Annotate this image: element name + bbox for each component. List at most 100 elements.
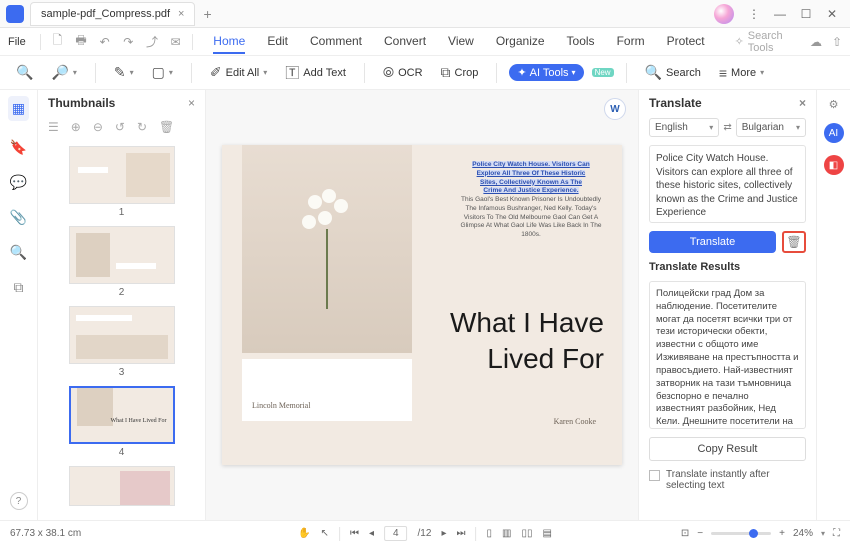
highlighter-button[interactable]: ✎▾ [108, 61, 140, 84]
menu-home[interactable]: Home [213, 30, 245, 54]
thumb-delete-icon[interactable]: 🗑 [159, 120, 174, 134]
fullscreen-icon[interactable]: ⛶ [833, 528, 840, 539]
menu-form[interactable]: Form [617, 30, 645, 54]
translate-button[interactable]: Translate [649, 231, 776, 253]
source-text-box[interactable]: Police City Watch House. Visitors can ex… [649, 145, 806, 223]
page-title: What I Have Lived For [450, 305, 604, 377]
zoom-in-button[interactable]: 🔎▾ [45, 61, 82, 84]
selected-text-block[interactable]: Police City Watch House. Visitors Can Ex… [456, 161, 606, 240]
translate-close-icon[interactable]: × [799, 96, 806, 110]
hand-tool-icon[interactable]: ✋ [298, 528, 310, 539]
search-button[interactable]: 🔍Search [639, 61, 707, 84]
thumb-rotate-l-icon[interactable]: ↺ [115, 120, 125, 134]
ai-rail-icon[interactable]: AI [824, 123, 844, 143]
copy-result-button[interactable]: Copy Result [649, 437, 806, 461]
help-icon[interactable]: ? [10, 492, 28, 510]
print-icon[interactable]: 🖶 [74, 31, 88, 52]
upload-icon[interactable]: ⇧ [832, 35, 842, 49]
last-page-icon[interactable]: ⏭ [456, 528, 465, 539]
window-close-icon[interactable]: ✕ [820, 4, 844, 24]
result-text-box[interactable]: Полицейски град Дом за наблюдение. Посет… [649, 281, 806, 429]
edit-all-button[interactable]: ✐Edit All▾ [204, 61, 273, 84]
thumbnail-5[interactable] [38, 466, 205, 506]
pointer-tool-icon[interactable]: ↖ [321, 528, 329, 539]
zoom-value[interactable]: 24% [793, 528, 813, 539]
first-page-icon[interactable]: ⏮ [350, 528, 359, 539]
next-page-icon[interactable]: ▸ [441, 528, 446, 539]
ocr-icon: ⦾ [383, 64, 394, 81]
file-menu[interactable]: File [8, 36, 26, 48]
search-tools-field[interactable]: ✧ Search Tools [735, 30, 800, 54]
caption-right: Karen Cooke [554, 417, 596, 426]
book-view-icon[interactable]: ▤ [542, 528, 551, 539]
fit-width-icon[interactable]: ⊡ [681, 528, 689, 539]
word-export-icon[interactable]: W [604, 98, 626, 120]
zoom-out-icon: 🔍 [16, 64, 33, 81]
menu-organize[interactable]: Organize [496, 30, 545, 54]
lang-to-select[interactable]: Bulgarian▾ [736, 118, 806, 137]
zoom-out-button[interactable]: 🔍 [10, 61, 39, 84]
crop-button[interactable]: ⧉Crop [435, 61, 485, 84]
text-icon: 🅃 [285, 63, 299, 83]
shape-button[interactable]: ▢▾ [146, 61, 179, 84]
zoom-in-status-icon[interactable]: + [779, 528, 785, 539]
document-tab[interactable]: sample-pdf_Compress.pdf × [30, 2, 195, 26]
compress-rail-icon[interactable]: ◧ [824, 155, 844, 175]
save-icon[interactable]: 🗋 [51, 31, 65, 52]
thumbnail-1[interactable]: 1 [38, 146, 205, 218]
add-text-button[interactable]: 🅃Add Text [279, 60, 352, 86]
thumbnail-2[interactable]: 2 [38, 226, 205, 298]
account-orb-icon[interactable] [714, 4, 734, 24]
page-image [242, 145, 412, 353]
new-tab-button[interactable]: + [203, 6, 211, 22]
single-page-icon[interactable]: ▯ [486, 528, 492, 539]
menu-comment[interactable]: Comment [310, 30, 362, 54]
two-page-icon[interactable]: ▯▯ [521, 528, 532, 539]
layers-rail-icon[interactable]: ⧉ [14, 279, 24, 296]
cloud-icon[interactable]: ☁ [810, 35, 822, 49]
zoom-slider[interactable] [711, 532, 771, 535]
thumbnails-list[interactable]: 1 2 3 What I Have Lived For 4 [38, 142, 205, 520]
menu-tools[interactable]: Tools [567, 30, 595, 54]
redo-icon[interactable]: ↷ [122, 35, 136, 49]
clear-translate-button[interactable]: 🗑 [782, 231, 806, 253]
more-button[interactable]: ≡More▾ [713, 62, 770, 84]
menu-convert[interactable]: Convert [384, 30, 426, 54]
thumbnail-3[interactable]: 3 [38, 306, 205, 378]
translate-title: Translate [649, 96, 702, 110]
thumb-list-icon[interactable]: ☰ [48, 120, 59, 134]
instant-translate-toggle[interactable]: Translate instantly after selecting text [649, 469, 806, 491]
menu-protect[interactable]: Protect [667, 30, 705, 54]
thumb-zoomin-icon[interactable]: ⊕ [71, 120, 81, 134]
undo-icon[interactable]: ↶ [98, 35, 112, 49]
zoom-out-status-icon[interactable]: − [697, 528, 703, 539]
attachments-rail-icon[interactable]: 📎 [10, 209, 27, 226]
statusbar: 67.73 x 38.1 cm ✋ ↖ ⏮ ◂ 4 /12 ▸ ⏭ ▯ ▥ ▯▯… [0, 520, 850, 546]
tab-close-icon[interactable]: × [178, 8, 184, 20]
window-minimize-icon[interactable]: — [768, 4, 792, 24]
thumb-zoomout-icon[interactable]: ⊖ [93, 120, 103, 134]
swap-languages-icon[interactable]: ⇄ [723, 122, 731, 133]
prev-page-icon[interactable]: ◂ [369, 528, 374, 539]
thumbnail-4[interactable]: What I Have Lived For 4 [38, 386, 205, 458]
page-input[interactable]: 4 [384, 526, 408, 541]
ocr-button[interactable]: ⦾OCR [377, 61, 429, 84]
menu-view[interactable]: View [448, 30, 474, 54]
window-maximize-icon[interactable]: ☐ [794, 4, 818, 24]
comments-rail-icon[interactable]: 💬 [10, 174, 27, 191]
sliders-icon[interactable]: ⚙ [829, 98, 839, 111]
menu-edit[interactable]: Edit [267, 30, 288, 54]
continuous-icon[interactable]: ▥ [502, 528, 511, 539]
checkbox-icon[interactable] [649, 470, 660, 481]
kebab-menu-icon[interactable]: ⋮ [742, 4, 766, 24]
ai-tools-button[interactable]: ✦AI Tools▾ [509, 64, 583, 81]
thumbnails-close-icon[interactable]: × [188, 96, 195, 110]
document-canvas[interactable]: W Police City Watch House. Visitors Can … [206, 90, 638, 520]
thumbnails-rail-icon[interactable]: ▦ [8, 96, 29, 121]
mail-icon[interactable]: ✉ [169, 35, 183, 49]
share-icon[interactable]: ⤴ [145, 33, 159, 50]
lang-from-select[interactable]: English▾ [649, 118, 719, 137]
search-rail-icon[interactable]: 🔍 [10, 244, 27, 261]
bookmarks-rail-icon[interactable]: 🔖 [10, 139, 27, 156]
thumb-rotate-r-icon[interactable]: ↻ [137, 120, 147, 134]
